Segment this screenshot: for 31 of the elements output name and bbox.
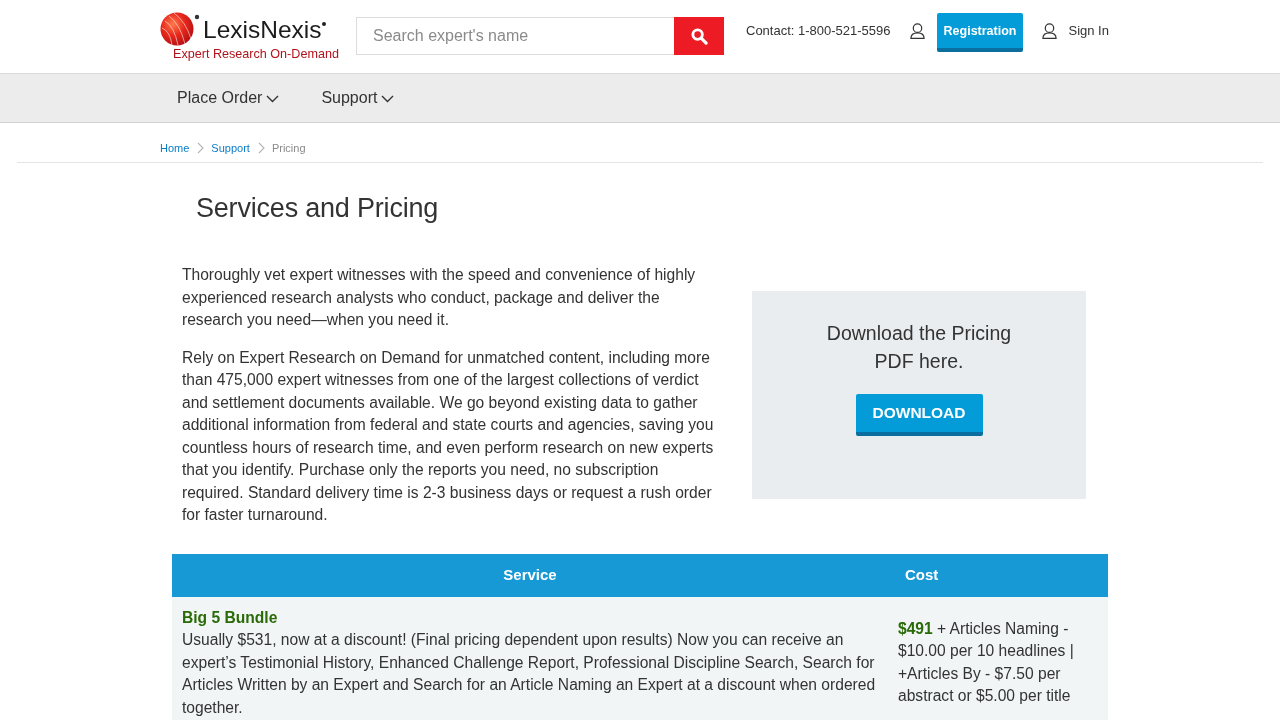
column-header: Service bbox=[503, 566, 557, 584]
logo-sphere-icon bbox=[160, 12, 200, 46]
sign-in-link[interactable]: Sign In bbox=[1042, 23, 1109, 39]
contact-phone: Contact: 1-800-521-5596 bbox=[746, 23, 891, 39]
nav-menu-item[interactable]: Support bbox=[321, 89, 395, 107]
search-field[interactable]: Search expert's name bbox=[356, 17, 674, 55]
registration-button[interactable]: Registration bbox=[936, 13, 1024, 52]
chevron-right-icon bbox=[257, 142, 265, 154]
intro-paragraph: Thoroughly vet expert witnesses with the speed and convenience of highly experienced research analysts who conduct, package and deliver the research you need—when you need it. bbox=[182, 265, 697, 330]
nav-menu-item[interactable]: Place Order bbox=[177, 89, 280, 107]
intro-paragraph: Rely on Expert Research on Demand for unmatched content, including more than 475,000 expert witnesses from one of the largest collections of verdict and settlement documents available. We go beyond existing data to gather additional information from federal and state courts and agencies, saving you countless hours of research time, and even perform research on new experts that you identify. Purchase only the reports you need, no subscription required. Standard delivery time is 2-3 business days or request a rush order for faster turnaround. bbox=[182, 347, 715, 525]
chevron-down-icon bbox=[266, 94, 280, 103]
service-name: Big 5 Bundle bbox=[182, 607, 278, 628]
user-icon bbox=[1042, 23, 1058, 39]
logo-tagline: Expert Research On-Demand bbox=[173, 46, 339, 62]
logo-wordmark: LexisNexis bbox=[203, 16, 322, 43]
download-prompt: Download the Pricing PDF here. bbox=[825, 321, 1013, 374]
breadcrumb-link[interactable]: Home bbox=[160, 141, 190, 155]
user-icon[interactable] bbox=[909, 23, 925, 39]
search-icon bbox=[690, 27, 708, 45]
breadcrumb-current: Pricing bbox=[271, 141, 306, 155]
breadcrumb-link[interactable]: Support bbox=[211, 141, 250, 155]
trademark-dot-icon bbox=[322, 22, 327, 26]
column-header: Cost bbox=[905, 566, 939, 584]
search-button[interactable] bbox=[674, 17, 724, 55]
page-title: Services and Pricing bbox=[196, 192, 439, 225]
cost-text: $491 + Articles Naming - $10.00 per 10 headlines | +Articles By - $7.50 per abstract or $5.00 per title bbox=[898, 618, 1075, 706]
download-button[interactable]: DOWNLOAD bbox=[855, 394, 983, 436]
service-description: Usually $531, now at a discount! (Final pricing dependent upon results) Now you can receive an expert’s Testimonial History, Enhanced Challenge Report, Professional Discipline Search, Search for Articles Written by an Expert and Search for an Article Naming an Expert at a discount when ordered together. bbox=[182, 630, 877, 718]
chevron-down-icon bbox=[381, 94, 395, 103]
chevron-right-icon bbox=[197, 142, 205, 154]
